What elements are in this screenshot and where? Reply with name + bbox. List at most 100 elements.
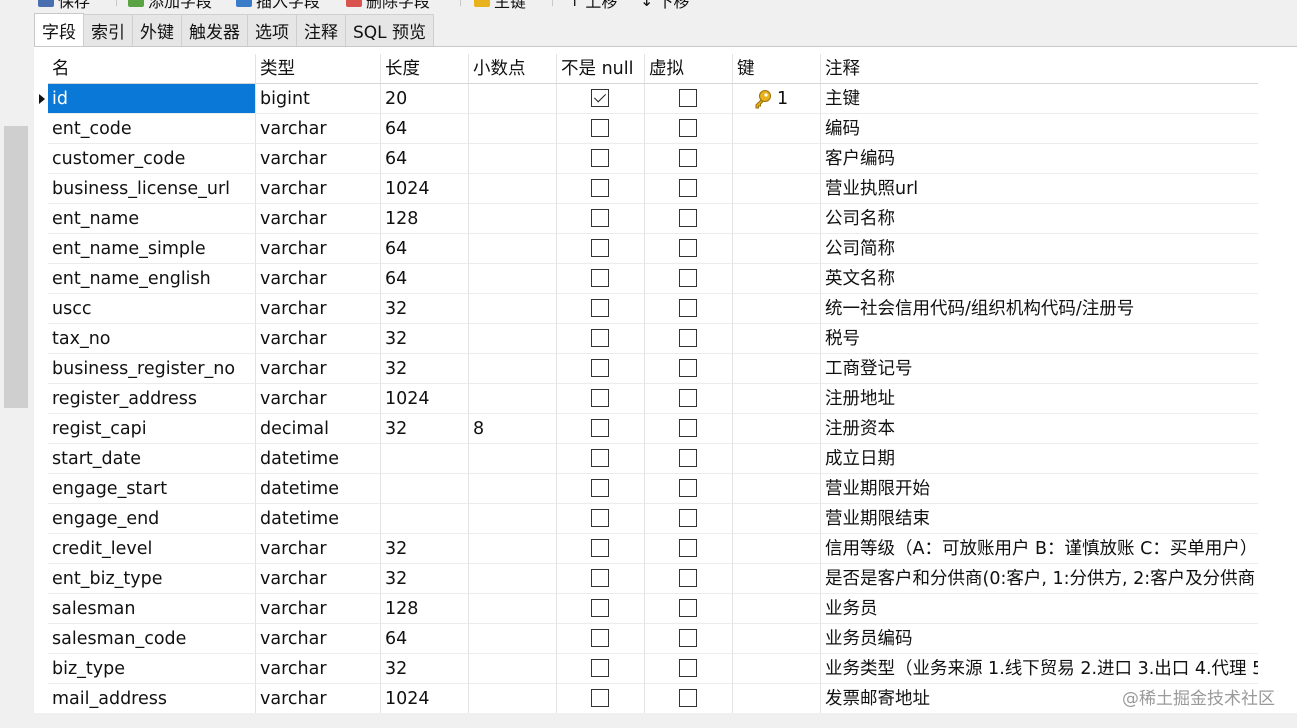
field-name-cell[interactable]: ent_code: [48, 114, 256, 144]
virtual-checkbox[interactable]: [679, 389, 697, 407]
not-null-cell[interactable]: [557, 234, 645, 264]
not-null-cell[interactable]: [557, 144, 645, 174]
not-null-checkbox[interactable]: [591, 329, 609, 347]
field-type-cell[interactable]: datetime: [256, 474, 381, 504]
field-decimals-cell[interactable]: [469, 144, 557, 174]
virtual-cell[interactable]: [645, 294, 733, 324]
virtual-checkbox[interactable]: [679, 119, 697, 137]
field-comment-cell[interactable]: 营业执照url: [821, 174, 1258, 204]
field-decimals-cell[interactable]: [469, 354, 557, 384]
key-cell[interactable]: [733, 294, 821, 324]
not-null-checkbox[interactable]: [591, 359, 609, 377]
field-length-cell[interactable]: 64: [381, 624, 469, 654]
field-type-cell[interactable]: varchar: [256, 654, 381, 684]
column-header-name[interactable]: 名: [48, 54, 256, 84]
field-decimals-cell[interactable]: [469, 84, 557, 114]
virtual-checkbox[interactable]: [679, 599, 697, 617]
column-header-decimals[interactable]: 小数点: [469, 54, 557, 84]
virtual-cell[interactable]: [645, 174, 733, 204]
field-length-cell[interactable]: 1024: [381, 684, 469, 713]
field-comment-cell[interactable]: 客户编码: [821, 144, 1258, 174]
field-decimals-cell[interactable]: [469, 534, 557, 564]
not-null-checkbox[interactable]: [591, 89, 609, 107]
table-row[interactable]: business_license_url varchar 1024 营业执照url: [48, 174, 1258, 204]
field-length-cell[interactable]: 32: [381, 354, 469, 384]
field-type-cell[interactable]: varchar: [256, 684, 381, 713]
field-length-cell[interactable]: 128: [381, 594, 469, 624]
not-null-checkbox[interactable]: [591, 539, 609, 557]
virtual-checkbox[interactable]: [679, 509, 697, 527]
field-decimals-cell[interactable]: [469, 294, 557, 324]
not-null-checkbox[interactable]: [591, 509, 609, 527]
field-type-cell[interactable]: varchar: [256, 564, 381, 594]
key-cell[interactable]: [733, 234, 821, 264]
field-name-cell[interactable]: mail_address: [48, 684, 256, 713]
add-field-button[interactable]: 添加字段: [128, 0, 212, 11]
field-comment-cell[interactable]: 注册地址: [821, 384, 1258, 414]
field-comment-cell[interactable]: 公司名称: [821, 204, 1258, 234]
field-name-cell[interactable]: credit_level: [48, 534, 256, 564]
virtual-checkbox[interactable]: [679, 299, 697, 317]
virtual-checkbox[interactable]: [679, 179, 697, 197]
virtual-cell[interactable]: [645, 684, 733, 713]
table-row[interactable]: engage_start datetime 营业期限开始: [48, 474, 1258, 504]
not-null-checkbox[interactable]: [591, 119, 609, 137]
not-null-cell[interactable]: [557, 684, 645, 713]
key-cell[interactable]: [733, 114, 821, 144]
field-name-cell[interactable]: uscc: [48, 294, 256, 324]
not-null-checkbox[interactable]: [591, 269, 609, 287]
not-null-checkbox[interactable]: [591, 569, 609, 587]
field-comment-cell[interactable]: 编码: [821, 114, 1258, 144]
field-type-cell[interactable]: varchar: [256, 174, 381, 204]
virtual-cell[interactable]: [645, 504, 733, 534]
field-decimals-cell[interactable]: [469, 624, 557, 654]
field-decimals-cell[interactable]: [469, 204, 557, 234]
table-row[interactable]: mail_address varchar 1024 发票邮寄地址: [48, 684, 1258, 713]
column-header-not-null[interactable]: 不是 null: [557, 54, 645, 84]
column-header-comment[interactable]: 注释: [821, 54, 1258, 84]
virtual-checkbox[interactable]: [679, 659, 697, 677]
field-decimals-cell[interactable]: [469, 114, 557, 144]
field-comment-cell[interactable]: 工商登记号: [821, 354, 1258, 384]
key-cell[interactable]: [733, 174, 821, 204]
table-row[interactable]: ent_biz_type varchar 32 是否是客户和分供商(0:客户, 1:分…: [48, 564, 1258, 594]
field-length-cell[interactable]: 32: [381, 564, 469, 594]
field-name-cell[interactable]: business_register_no: [48, 354, 256, 384]
virtual-cell[interactable]: [645, 144, 733, 174]
field-length-cell[interactable]: 128: [381, 204, 469, 234]
key-cell[interactable]: [733, 384, 821, 414]
virtual-checkbox[interactable]: [679, 359, 697, 377]
not-null-cell[interactable]: [557, 204, 645, 234]
virtual-checkbox[interactable]: [679, 149, 697, 167]
virtual-checkbox[interactable]: [679, 89, 697, 107]
tab-comment[interactable]: 注释: [296, 14, 346, 46]
key-cell[interactable]: [733, 324, 821, 354]
table-row[interactable]: engage_end datetime 营业期限结束: [48, 504, 1258, 534]
not-null-cell[interactable]: [557, 594, 645, 624]
virtual-cell[interactable]: [645, 204, 733, 234]
field-name-cell[interactable]: business_license_url: [48, 174, 256, 204]
field-comment-cell[interactable]: 成立日期: [821, 444, 1258, 474]
field-name-cell[interactable]: register_address: [48, 384, 256, 414]
field-type-cell[interactable]: bigint: [256, 84, 381, 114]
not-null-checkbox[interactable]: [591, 689, 609, 707]
table-row[interactable]: biz_type varchar 32 业务类型（业务来源 1.线下贸易 2.进口 3…: [48, 654, 1258, 684]
field-decimals-cell[interactable]: [469, 474, 557, 504]
table-row[interactable]: salesman_code varchar 64 业务员编码: [48, 624, 1258, 654]
not-null-cell[interactable]: [557, 564, 645, 594]
not-null-checkbox[interactable]: [591, 209, 609, 227]
virtual-checkbox[interactable]: [679, 209, 697, 227]
field-comment-cell[interactable]: 公司简称: [821, 234, 1258, 264]
table-row[interactable]: ent_name_simple varchar 64 公司简称: [48, 234, 1258, 264]
field-length-cell[interactable]: 1024: [381, 384, 469, 414]
field-name-cell[interactable]: regist_capi: [48, 414, 256, 444]
field-name-cell[interactable]: start_date: [48, 444, 256, 474]
column-header-type[interactable]: 类型: [256, 54, 381, 84]
virtual-cell[interactable]: [645, 534, 733, 564]
field-name-cell[interactable]: id: [48, 84, 256, 114]
field-type-cell[interactable]: varchar: [256, 384, 381, 414]
field-comment-cell[interactable]: 营业期限开始: [821, 474, 1258, 504]
virtual-cell[interactable]: [645, 84, 733, 114]
field-type-cell[interactable]: varchar: [256, 234, 381, 264]
key-cell[interactable]: [733, 444, 821, 474]
